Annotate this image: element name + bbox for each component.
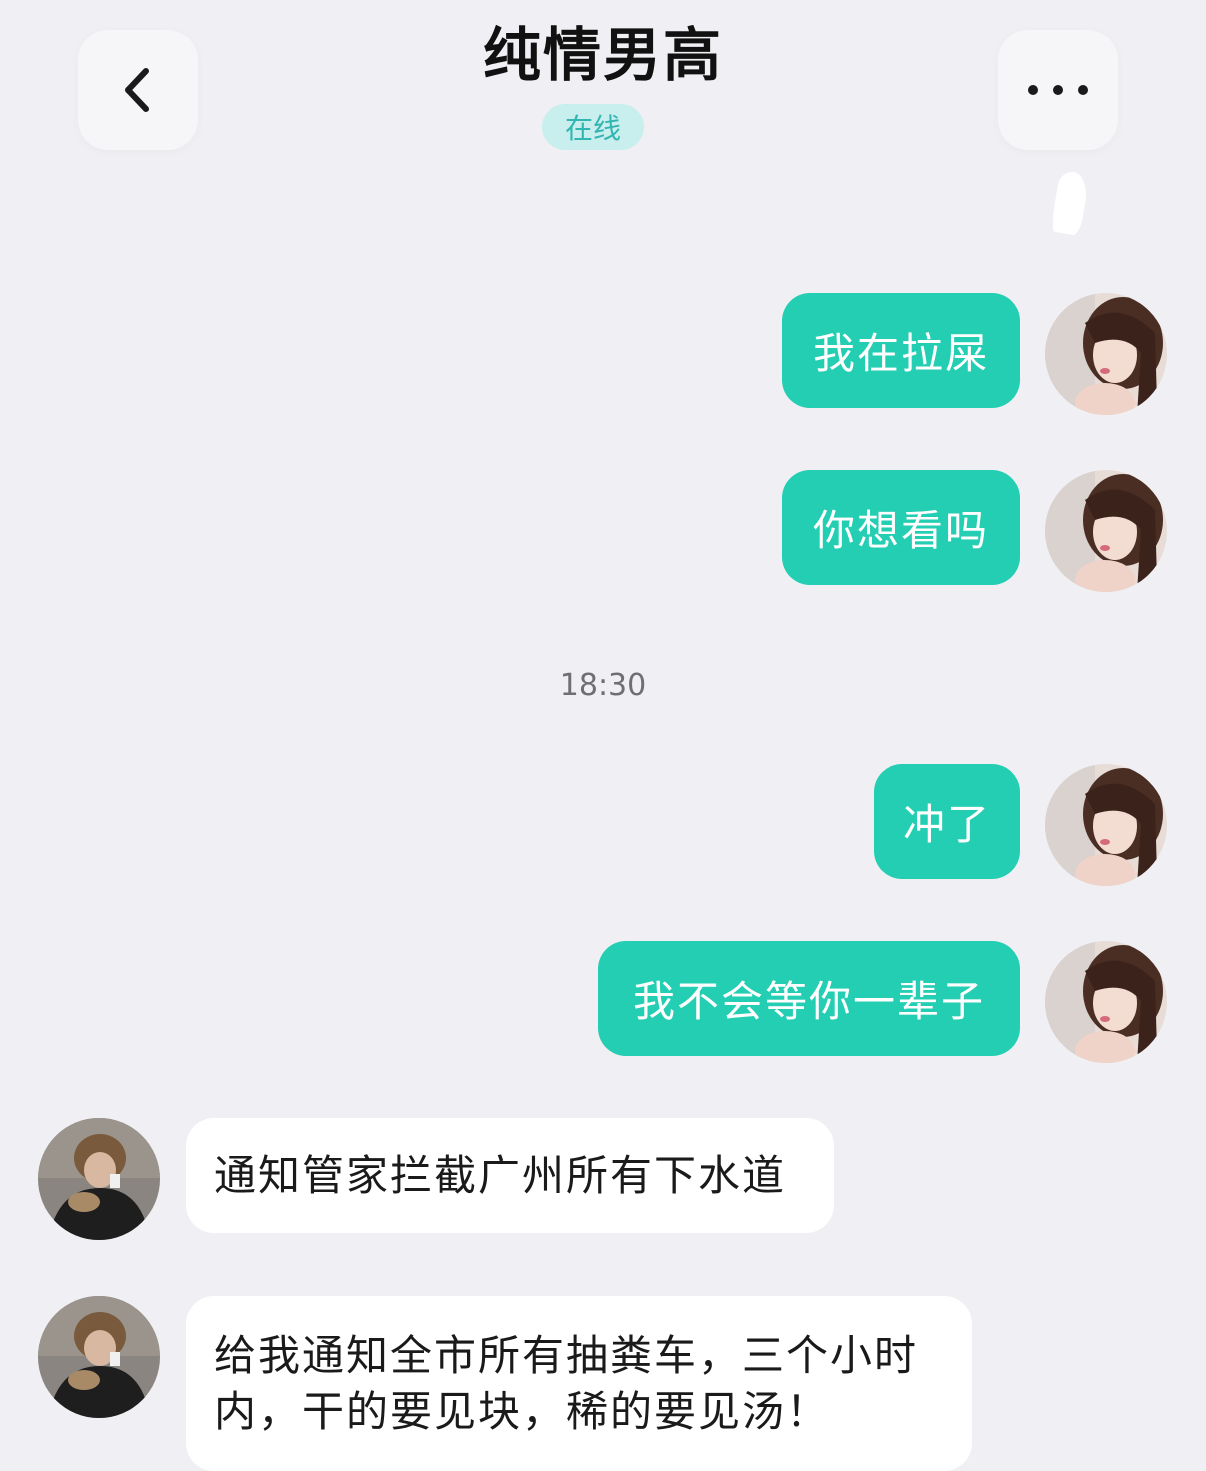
message-bubble-sent[interactable]: 冲了 [874,764,1020,879]
my-avatar[interactable] [1045,941,1167,1063]
contact-avatar[interactable] [38,1296,160,1418]
message-text-line: 内，干的要见块，稀的要见汤！ [214,1386,831,1436]
message-text: 我在拉屎 [812,329,989,378]
message-text: 我不会等你一辈子 [632,977,985,1026]
message-text: 你想看吗 [812,506,989,555]
message-bubble-sent[interactable]: 我不会等你一辈子 [598,941,1020,1056]
message-text-line: 给我通知全市所有抽粪车，三个小时 [214,1330,919,1380]
message-text: 冲了 [902,800,991,849]
message-bubble-sent[interactable]: 你想看吗 [782,470,1020,585]
message-text: 通知管家拦截广州所有下水道 [214,1150,787,1200]
my-avatar[interactable] [1045,764,1167,886]
message-bubble-sent[interactable]: 我在拉屎 [782,293,1020,408]
online-status-badge: 在线 [542,104,644,150]
decorative-shape [1049,169,1091,237]
message-bubble-received[interactable]: 通知管家拦截广州所有下水道 [186,1118,834,1233]
my-avatar[interactable] [1045,470,1167,592]
my-avatar[interactable] [1045,293,1167,415]
contact-avatar[interactable] [38,1118,160,1240]
more-options-button[interactable] [998,30,1118,150]
more-horizontal-icon [1028,85,1088,95]
message-bubble-received[interactable]: 给我通知全市所有抽粪车，三个小时 内，干的要见块，稀的要见汤！ [186,1296,972,1471]
timestamp: 18:30 [559,668,647,703]
